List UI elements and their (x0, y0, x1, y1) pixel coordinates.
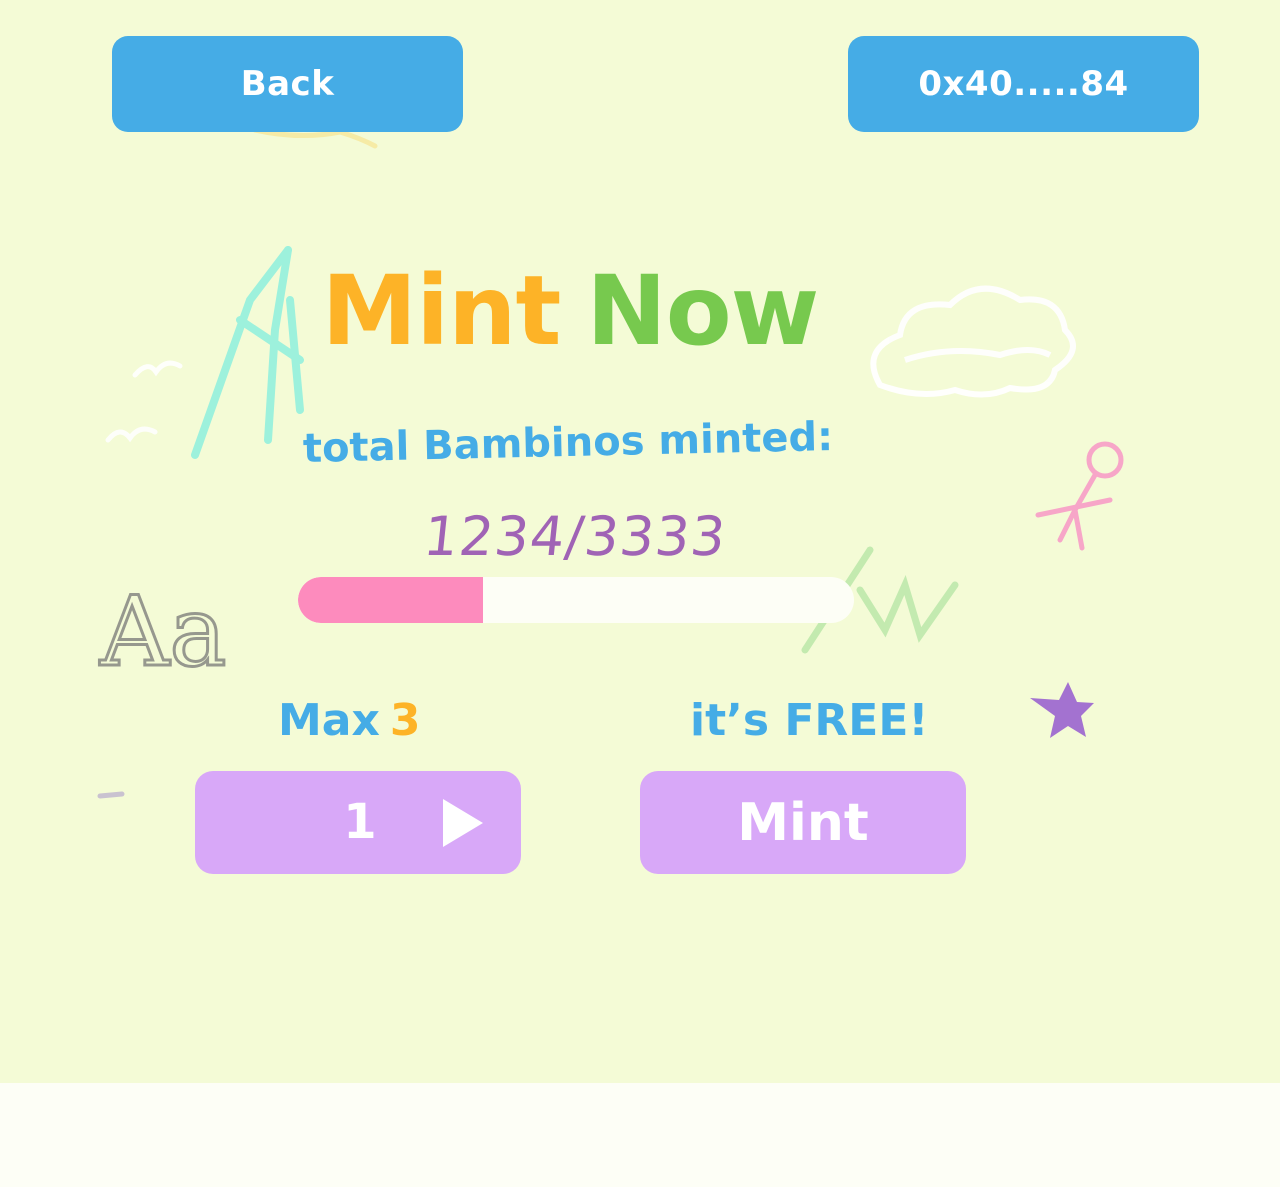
title-word-mint: Mint (321, 255, 562, 367)
yellow-scribble-doodle (252, 127, 378, 149)
minted-counter: 1234/3333 (420, 505, 730, 568)
title-word-now: Now (586, 255, 819, 367)
grey-scribble-doodle (97, 791, 125, 799)
max-value: 3 (389, 695, 421, 746)
page-title: Mint Now (0, 255, 1140, 367)
mint-button[interactable]: Mint (640, 771, 966, 874)
play-triangle-icon[interactable] (435, 795, 491, 851)
mint-progress-fill (298, 577, 484, 623)
quantity-stepper: 1 (195, 771, 521, 874)
quantity-value: 1 (343, 794, 377, 850)
mint-progress-bar (298, 577, 854, 623)
mint-page: Aa Back 0x40.....84 Mint Now total Bambin… (0, 0, 1280, 1083)
back-button[interactable]: Back (112, 36, 463, 132)
purple-star-doodle (1030, 682, 1094, 738)
wallet-address-button[interactable]: 0x40.....84 (848, 36, 1199, 132)
max-text: Max (278, 695, 380, 746)
max-label: Max 3 (278, 695, 420, 746)
page-footer-area (0, 1083, 1280, 1187)
aa-letters-doodle: Aa (99, 576, 227, 688)
price-note: it’s FREE! (690, 695, 929, 746)
